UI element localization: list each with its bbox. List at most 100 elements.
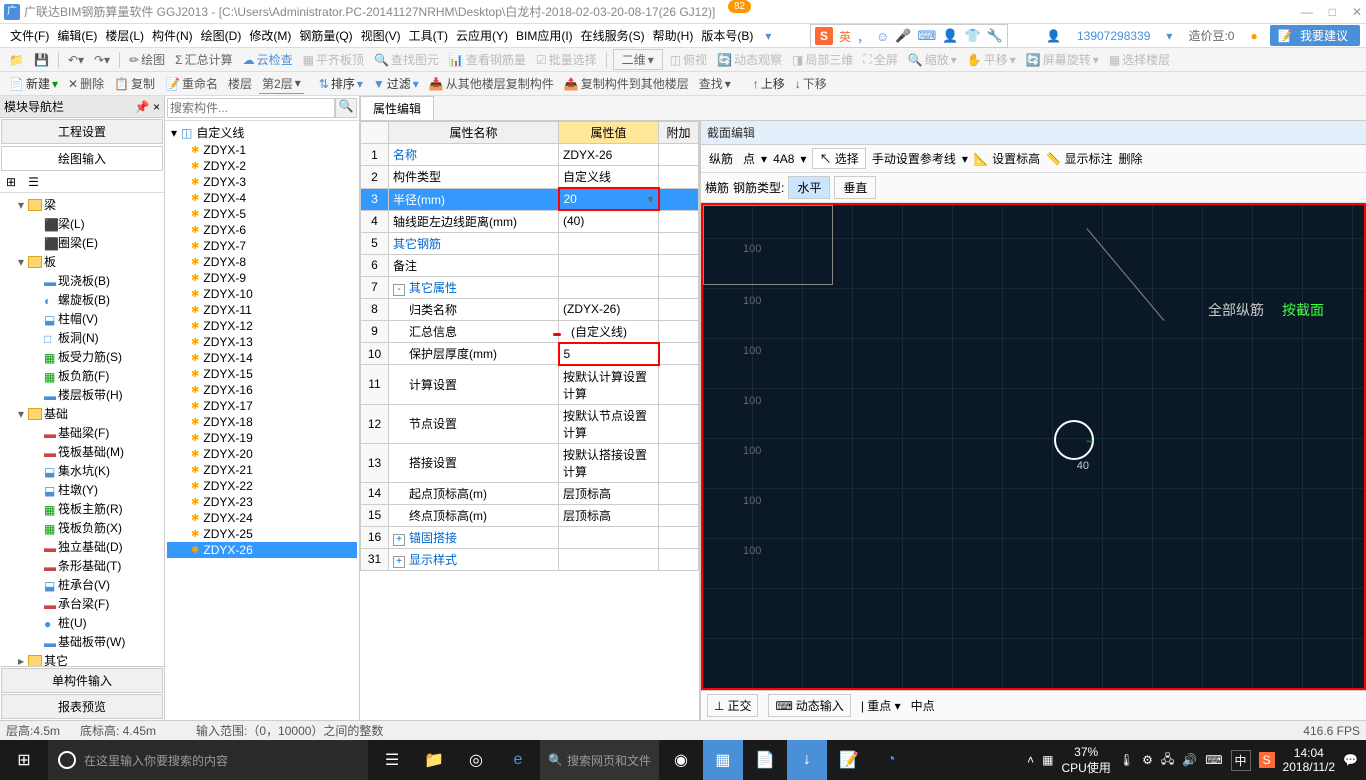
list-item[interactable]: ✱ ZDYX-26 bbox=[167, 542, 357, 558]
edge-search[interactable]: 🔍 搜索网页和文件 bbox=[540, 740, 659, 780]
maximize-button[interactable]: □ bbox=[1329, 5, 1336, 19]
edge-icon[interactable]: e bbox=[498, 740, 538, 780]
search-button[interactable]: 查找 ▾ bbox=[696, 74, 734, 93]
tree-fbzj[interactable]: ▦筏板主筋(R) bbox=[2, 499, 162, 518]
menu-draw[interactable]: 绘图(D) bbox=[197, 25, 246, 46]
bird-button[interactable]: ◫ 俯视 bbox=[667, 50, 710, 69]
menu-bim[interactable]: BIM应用(I) bbox=[512, 25, 577, 46]
app-icon-7[interactable]: ◔ bbox=[871, 740, 911, 780]
redo-icon[interactable]: ↷▾ bbox=[91, 52, 113, 68]
tree-jsk[interactable]: ⬓集水坑(K) bbox=[2, 461, 162, 480]
menu-file[interactable]: 文件(F) bbox=[6, 25, 53, 46]
list-item[interactable]: ✱ ZDYX-21 bbox=[167, 462, 357, 478]
ime-keyboard-icon[interactable]: ⌨ bbox=[918, 28, 937, 44]
list-item[interactable]: ✱ ZDYX-25 bbox=[167, 526, 357, 542]
list-header[interactable]: ▾◫ 自定义线 bbox=[167, 123, 357, 142]
taskview-icon[interactable]: ☰ bbox=[372, 740, 412, 780]
list-item[interactable]: ✱ ZDYX-13 bbox=[167, 334, 357, 350]
list-item[interactable]: ✱ ZDYX-19 bbox=[167, 430, 357, 446]
draw-button[interactable]: ✏ 绘图 bbox=[126, 50, 168, 69]
suggest-button[interactable]: 📝 我要建议 bbox=[1270, 25, 1360, 46]
ime-skin-icon[interactable]: 👕 bbox=[964, 28, 980, 44]
prop-row[interactable]: 10保护层厚度(mm)5 bbox=[361, 343, 699, 365]
report-tab[interactable]: 报表预览 bbox=[1, 694, 163, 719]
tray-app-icon[interactable]: ▦ bbox=[1042, 753, 1053, 767]
prop-row[interactable]: 14起点顶标高(m)层顶标高 bbox=[361, 482, 699, 504]
del-button[interactable]: 删除 bbox=[1118, 150, 1142, 167]
flat-button[interactable]: ▦ 平齐板顶 bbox=[300, 50, 367, 69]
open-icon[interactable]: 📁 bbox=[6, 52, 27, 68]
list-item[interactable]: ✱ ZDYX-12 bbox=[167, 318, 357, 334]
lang-icon[interactable]: 中 bbox=[1231, 750, 1251, 771]
app-icon-1[interactable]: ◎ bbox=[456, 740, 496, 780]
property-grid[interactable]: 属性名称属性值附加 1名称ZDYX-262构件类型自定义线3半径(mm)20▾4… bbox=[360, 121, 700, 720]
user-icon[interactable]: 👤 bbox=[1042, 27, 1065, 45]
tree-bd[interactable]: □板洞(N) bbox=[2, 328, 162, 347]
close-button[interactable]: ✕ bbox=[1352, 5, 1362, 19]
prop-row[interactable]: 7-其它属性 bbox=[361, 276, 699, 298]
section-canvas[interactable]: 100 100 100 100 100 100 100 全部纵筋 按截面 40 bbox=[701, 203, 1366, 690]
view-rebar-button[interactable]: 📊 查看钢筋量 bbox=[446, 50, 529, 69]
point-select[interactable]: 点 bbox=[743, 150, 755, 167]
list-icon[interactable]: ☰ bbox=[24, 174, 43, 190]
dyn-button[interactable]: 🔄 动态观察 bbox=[714, 50, 785, 69]
menu-cloud[interactable]: 云应用(Y) bbox=[452, 25, 512, 46]
list-item[interactable]: ✱ ZDYX-20 bbox=[167, 446, 357, 462]
prop-row[interactable]: 16+锚固搭接 bbox=[361, 526, 699, 548]
phone-number[interactable]: 13907298339 bbox=[1073, 27, 1154, 45]
notification-icon[interactable]: 💬 bbox=[1343, 753, 1358, 767]
tree-cql[interactable]: ▬承台梁(F) bbox=[2, 594, 162, 613]
prop-row[interactable]: 4轴线距左边线距离(mm)(40) bbox=[361, 210, 699, 232]
list-item[interactable]: ✱ ZDYX-10 bbox=[167, 286, 357, 302]
ime-icon[interactable]: ⌨ bbox=[1205, 753, 1222, 767]
menu-online[interactable]: 在线服务(S) bbox=[577, 25, 649, 46]
new-button[interactable]: 📄 新建 ▾ bbox=[6, 74, 61, 93]
network-icon[interactable]: 🖧 bbox=[1161, 750, 1174, 771]
list-item[interactable]: ✱ ZDYX-23 bbox=[167, 494, 357, 510]
local3d-button[interactable]: ◨ 局部三维 bbox=[789, 50, 856, 69]
menu-component[interactable]: 构件(N) bbox=[148, 25, 197, 46]
undo-icon[interactable]: ↶▾ bbox=[65, 52, 87, 68]
ime-profile-icon[interactable]: 👤 bbox=[942, 28, 958, 44]
list-item[interactable]: ✱ ZDYX-17 bbox=[167, 398, 357, 414]
tree-lxb[interactable]: ◐螺旋板(B) bbox=[2, 290, 162, 309]
down-button[interactable]: ↓ 下移 bbox=[792, 74, 830, 93]
tree-fbfj[interactable]: ▦筏板负筋(X) bbox=[2, 518, 162, 537]
tree-zc[interactable]: ⬓柱墩(Y) bbox=[2, 480, 162, 499]
find-button[interactable]: 🔍 查找图元 bbox=[371, 50, 442, 69]
single-tab[interactable]: 单构件输入 bbox=[1, 668, 163, 693]
list-item[interactable]: ✱ ZDYX-2 bbox=[167, 158, 357, 174]
rotate-button[interactable]: 🔄 屏幕旋转 ▾ bbox=[1023, 50, 1102, 69]
tray-icon-1[interactable]: 🌡 bbox=[1119, 753, 1134, 767]
taskbar-search[interactable]: 在这里输入你要搜索的内容 bbox=[48, 740, 368, 780]
list-item[interactable]: ✱ ZDYX-24 bbox=[167, 510, 357, 526]
sum-button[interactable]: Σ 汇总计算 bbox=[172, 50, 235, 69]
prop-row[interactable]: 13搭接设置按默认搭接设置计算 bbox=[361, 443, 699, 482]
sort-button[interactable]: ⇅ 排序 ▾ bbox=[316, 74, 366, 93]
delete-button[interactable]: ✕ 删除 bbox=[65, 74, 107, 93]
copy-button[interactable]: 📋 复制 bbox=[111, 74, 158, 93]
dropdown-icon[interactable]: ▾ bbox=[761, 27, 775, 45]
list-item[interactable]: ✱ ZDYX-5 bbox=[167, 206, 357, 222]
batch-button[interactable]: ☑ 批量选择 bbox=[533, 50, 600, 69]
zoom-button[interactable]: 🔍 缩放 ▾ bbox=[905, 50, 960, 69]
filter-button[interactable]: ▼ 过滤 ▾ bbox=[370, 74, 422, 93]
clock[interactable]: 14:042018/11/2 bbox=[1283, 746, 1336, 774]
cortana-icon[interactable] bbox=[58, 751, 76, 769]
prop-row[interactable]: 1名称ZDYX-26 bbox=[361, 144, 699, 166]
ime-smile-icon[interactable]: ☺ bbox=[876, 29, 889, 44]
ime-tool-icon[interactable]: 🔧 bbox=[987, 28, 1003, 44]
app-icon-5[interactable]: ↓ bbox=[787, 740, 827, 780]
tree-bslj[interactable]: ▦板受力筋(S) bbox=[2, 347, 162, 366]
prop-row[interactable]: 9汇总信息(自定义线) bbox=[361, 320, 699, 343]
prop-row[interactable]: 15终点顶标高(m)层顶标高 bbox=[361, 504, 699, 526]
menu-version[interactable]: 版本号(B) bbox=[697, 25, 757, 46]
select-floor-button[interactable]: ▦ 选择楼层 bbox=[1106, 50, 1173, 69]
pan-button[interactable]: ✋ 平移 ▾ bbox=[964, 50, 1019, 69]
sogou-tray-icon[interactable]: S bbox=[1259, 752, 1275, 768]
show-button[interactable]: 📏 显示标注 bbox=[1046, 150, 1112, 167]
menu-tool[interactable]: 工具(T) bbox=[405, 25, 452, 46]
list-item[interactable]: ✱ ZDYX-14 bbox=[167, 350, 357, 366]
tree-jichu[interactable]: ▾基础 bbox=[2, 404, 162, 423]
vert-tab[interactable]: 垂直 bbox=[834, 176, 876, 199]
